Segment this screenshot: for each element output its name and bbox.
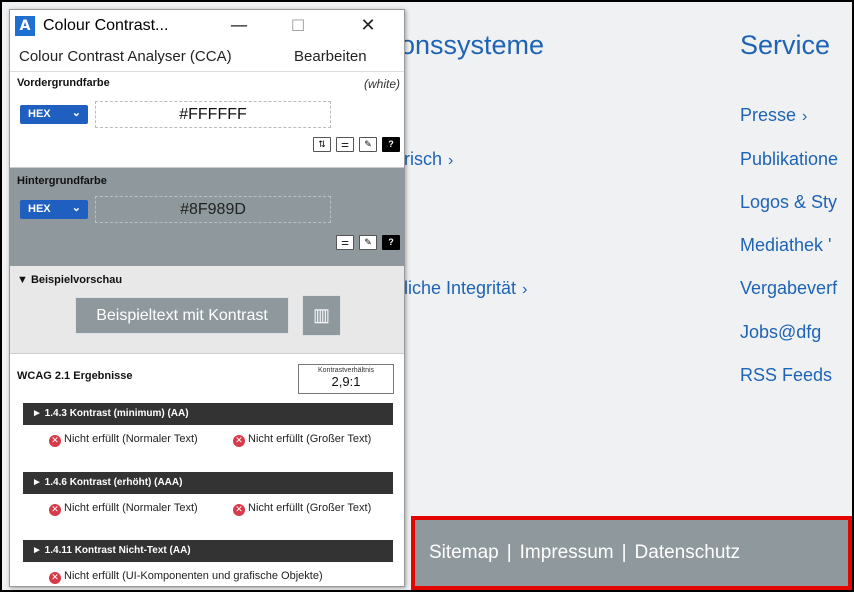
menu-bearbeiten[interactable]: Bearbeiten	[294, 48, 367, 65]
background-label: Hintergrundfarbe	[17, 175, 107, 187]
foreground-format-dropdown[interactable]: HEX ⌄	[20, 105, 88, 124]
preview-sample-text: Beispieltext mit Kontrast	[75, 297, 289, 334]
result-text: Nicht erfüllt (Normaler Text)	[64, 433, 198, 445]
result-text: Nicht erfüllt (Großer Text)	[248, 502, 372, 514]
eyedropper-icon[interactable]: ✎	[359, 137, 377, 152]
format-label: HEX	[28, 108, 51, 120]
foreground-section: Vordergrundfarbe (white) HEX ⌄ #FFFFFF ⇅…	[10, 72, 404, 168]
preview-toggle[interactable]: ▼ Beispielvorschau	[17, 274, 122, 286]
cca-window: A Colour Contrast... — ☐ ✕ Colour Contra…	[9, 9, 405, 587]
criterion-1-4-3-toggle[interactable]: ► 1.4.3 Kontrast (minimum) (AA)	[23, 403, 393, 425]
window-titlebar[interactable]: A Colour Contrast... — ☐ ✕	[10, 10, 404, 42]
sliders-icon[interactable]: ⚌	[336, 137, 354, 152]
maximize-button[interactable]: ☐	[278, 13, 318, 39]
screenshot-frame: ionssysteme Service brisch › ftliche Inte…	[0, 0, 854, 592]
swap-icon[interactable]: ⇅	[313, 137, 331, 152]
footer-bar-highlighted: Sitemap | Impressum | Datenschutz	[411, 516, 852, 590]
preview-section: ▼ Beispielvorschau Beispieltext mit Kont…	[10, 266, 404, 354]
menu-bar: Colour Contrast Analyser (CCA) Bearbeite…	[10, 42, 404, 72]
eyedropper-icon[interactable]: ✎	[359, 235, 377, 250]
background-section: Hintergrundfarbe HEX ⌄ #8F989D ⚌ ✎ ?	[10, 168, 404, 266]
help-icon[interactable]: ?	[382, 235, 400, 250]
wcag-label: WCAG 2.1 Ergebnisse	[17, 370, 133, 382]
service-link-publikationen[interactable]: Publikatione	[740, 149, 838, 170]
help-icon[interactable]: ?	[382, 137, 400, 152]
footer-link-impressum[interactable]: Impressum	[520, 542, 614, 563]
criterion-1-4-6-toggle[interactable]: ► 1.4.6 Kontrast (erhöht) (AAA)	[23, 472, 393, 494]
contrast-app-icon: A	[15, 16, 35, 36]
service-link-rss[interactable]: RSS Feeds	[740, 365, 832, 386]
chevron-down-icon: ⌄	[71, 107, 81, 119]
contrast-ratio-label: Kontrastverhältnis	[317, 367, 375, 374]
footer-link-datenschutz[interactable]: Datenschutz	[635, 542, 741, 563]
wcag-results-section: WCAG 2.1 Ergebnisse Kontrastverhältnis 2…	[10, 354, 404, 586]
chevron-right-icon: ›	[802, 108, 808, 125]
fail-icon: ✕	[233, 435, 245, 447]
footer-separator: |	[621, 542, 627, 563]
fail-icon: ✕	[49, 504, 61, 516]
result-large-text: ✕ Nicht erfüllt (Großer Text)	[233, 503, 371, 516]
chevron-down-icon: ⌄	[71, 202, 81, 214]
service-link-mediathek[interactable]: Mediathek '	[740, 235, 832, 256]
footer-link-sitemap[interactable]: Sitemap	[429, 542, 499, 563]
footer-links: Sitemap | Impressum | Datenschutz	[429, 542, 740, 564]
contrast-ratio-value: 2,9:1	[331, 374, 361, 389]
foreground-tools: ⇅ ⚌ ✎ ?	[313, 137, 400, 153]
chevron-right-icon: ›	[448, 152, 454, 169]
link-label: Presse	[740, 105, 797, 125]
foreground-label: Vordergrundfarbe	[17, 77, 110, 89]
service-link-logos[interactable]: Logos & Sty	[740, 192, 837, 213]
foreground-color-name: (white)	[363, 77, 400, 91]
result-normal-text: ✕ Nicht erfüllt (Normaler Text)	[49, 434, 219, 447]
result-non-text: ✕ Nicht erfüllt (UI-Komponenten und grafi…	[49, 571, 323, 584]
chart-icon[interactable]: ▥	[302, 295, 341, 336]
background-hex-input[interactable]: #8F989D	[95, 196, 331, 223]
service-link-vergabe[interactable]: Vergabeverf	[740, 278, 837, 299]
result-text: Nicht erfüllt (Normaler Text)	[64, 502, 198, 514]
criterion-1-4-11-toggle[interactable]: ► 1.4.11 Kontrast Nicht-Text (AA)	[23, 540, 393, 562]
service-link-jobs[interactable]: Jobs@dfg	[740, 322, 821, 343]
window-title: Colour Contrast...	[43, 17, 169, 34]
result-normal-text: ✕ Nicht erfüllt (Normaler Text)	[49, 503, 219, 516]
fail-icon: ✕	[49, 572, 61, 584]
service-link-presse[interactable]: Presse ›	[740, 105, 807, 126]
result-large-text: ✕ Nicht erfüllt (Großer Text)	[233, 434, 371, 447]
fail-icon: ✕	[49, 435, 61, 447]
minimize-button[interactable]: —	[219, 13, 259, 39]
foreground-hex-input[interactable]: #FFFFFF	[95, 101, 331, 128]
sliders-icon[interactable]: ⚌	[336, 235, 354, 250]
fail-icon: ✕	[233, 504, 245, 516]
background-tools: ⚌ ✎ ?	[336, 235, 400, 251]
contrast-ratio-box: Kontrastverhältnis 2,9:1	[298, 364, 394, 394]
format-label: HEX	[28, 203, 51, 215]
close-button[interactable]: ✕	[348, 13, 388, 39]
section-heading-informationssysteme: ionssysteme	[394, 30, 545, 60]
chevron-right-icon: ›	[522, 281, 528, 298]
footer-separator: |	[506, 542, 512, 563]
background-format-dropdown[interactable]: HEX ⌄	[20, 200, 88, 219]
link-left-2[interactable]: ftliche Integrität ›	[394, 278, 527, 299]
link-label: ftliche Integrität	[394, 278, 517, 298]
menu-cca[interactable]: Colour Contrast Analyser (CCA)	[19, 48, 232, 65]
section-heading-service: Service	[740, 30, 831, 60]
result-text: Nicht erfüllt (UI-Komponenten und grafis…	[64, 570, 323, 582]
result-text: Nicht erfüllt (Großer Text)	[248, 433, 372, 445]
